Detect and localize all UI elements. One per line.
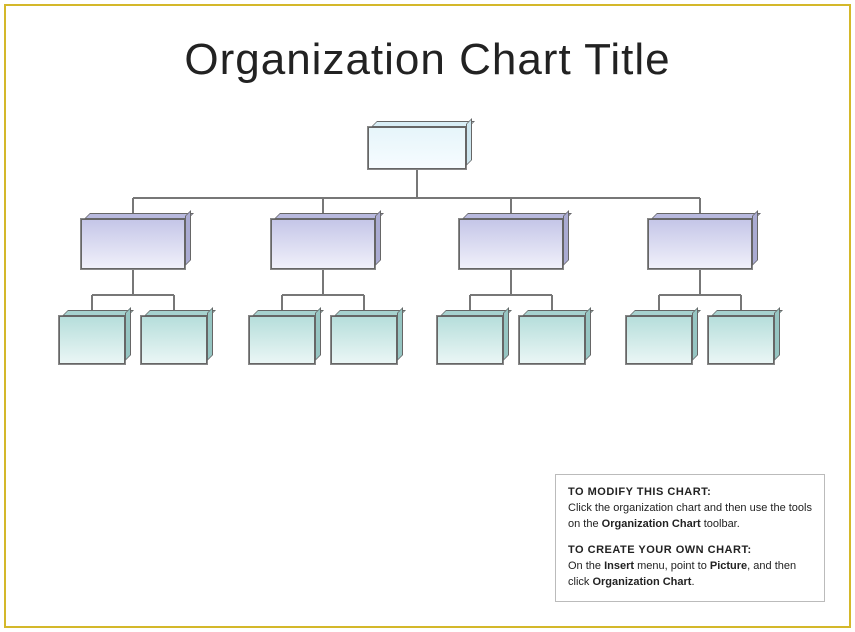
org-node-l3-8: [707, 315, 775, 365]
create-body-bold3: Organization Chart: [592, 576, 691, 588]
org-node-l2-2: [270, 218, 376, 270]
org-node-l3-7: [625, 315, 693, 365]
create-body-bold1: Insert: [604, 560, 634, 572]
org-chart: [0, 120, 855, 420]
create-body-bold2: Picture: [710, 560, 747, 572]
org-node-l3-2: [140, 315, 208, 365]
org-node-l3-6: [518, 315, 586, 365]
create-body-pre: On the: [568, 560, 604, 572]
create-header: TO CREATE YOUR OWN CHART:: [568, 544, 752, 556]
org-node-l3-1: [58, 315, 126, 365]
org-node-l2-1: [80, 218, 186, 270]
page-title: Organization Chart Title: [0, 35, 855, 85]
modify-body-post: toolbar.: [701, 518, 740, 530]
org-node-l2-4: [647, 218, 753, 270]
org-node-l3-4: [330, 315, 398, 365]
modify-instruction: TO MODIFY THIS CHART: Click the organiza…: [568, 485, 812, 533]
org-node-l3-5: [436, 315, 504, 365]
org-node-l3-3: [248, 315, 316, 365]
org-node-root: [367, 126, 467, 170]
create-body-post: .: [691, 576, 694, 588]
modify-header: TO MODIFY THIS CHART:: [568, 486, 711, 498]
org-node-l2-3: [458, 218, 564, 270]
modify-body-bold: Organization Chart: [602, 518, 701, 530]
create-body-mid: menu, point to: [634, 560, 710, 572]
create-instruction: TO CREATE YOUR OWN CHART: On the Insert …: [568, 543, 812, 591]
instructions-panel: TO MODIFY THIS CHART: Click the organiza…: [555, 474, 825, 602]
